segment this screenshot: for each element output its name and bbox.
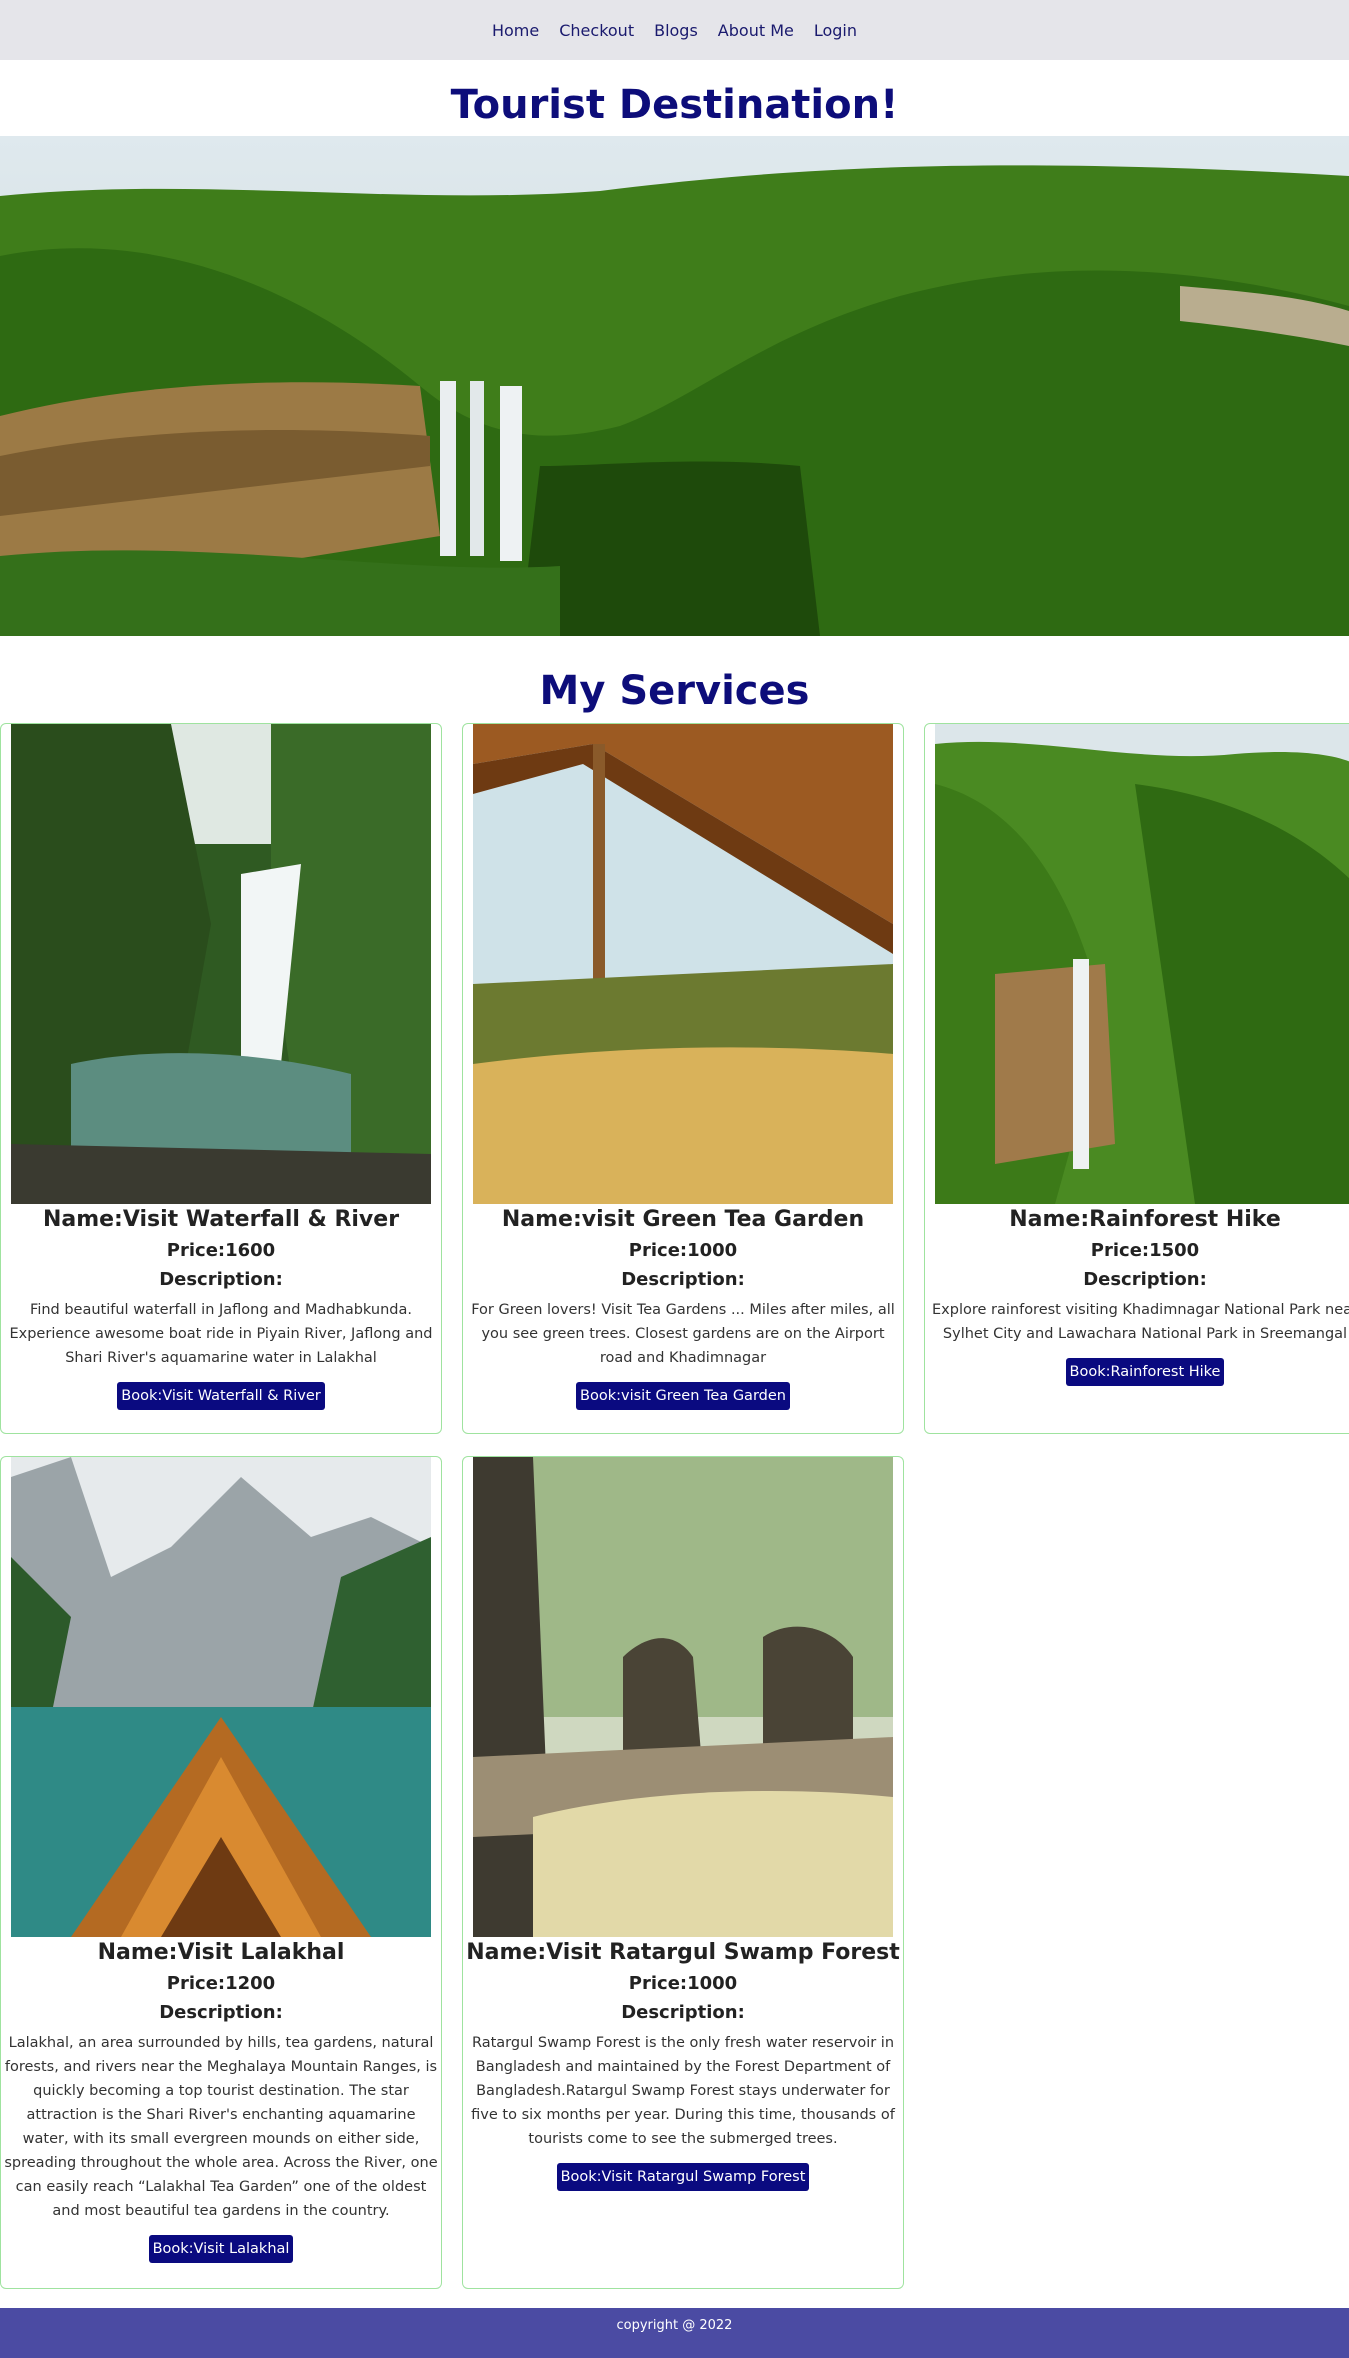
hero-waterfall-illustration: [0, 136, 1349, 636]
card-price: Price:1000: [628, 1973, 738, 1994]
card-price: Price:1600: [166, 1240, 276, 1261]
card-description-label: Description:: [621, 1269, 745, 1290]
card-price: Price:1500: [1090, 1240, 1200, 1261]
service-card: Name:visit Green Tea Garden Price:1000 D…: [462, 723, 904, 1434]
card-photo-swamp-forest: [473, 1457, 893, 1937]
nav-blogs-link[interactable]: Blogs: [654, 21, 698, 40]
card-description-label: Description:: [1083, 1269, 1207, 1290]
book-tea-garden-button[interactable]: Book:visit Green Tea Garden: [576, 1382, 790, 1410]
nav-checkout-link[interactable]: Checkout: [559, 21, 634, 40]
copyright-text: copyright @ 2022: [616, 2318, 733, 2333]
card-description-label: Description:: [159, 1269, 283, 1290]
card-title: Name:Rainforest Hike: [1009, 1207, 1281, 1232]
hero-image: [0, 136, 1349, 636]
card-price: Price:1200: [166, 1973, 276, 1994]
site-title: Tourist Destination!: [450, 82, 899, 128]
nav-home-link[interactable]: Home: [492, 21, 539, 40]
service-card: Name:Rainforest Hike Price:1500 Descript…: [924, 723, 1349, 1434]
book-lalakhal-button[interactable]: Book:Visit Lalakhal: [148, 2235, 294, 2263]
card-description: Lalakhal, an area surrounded by hills, t…: [4, 2035, 438, 2219]
footer: copyright @ 2022: [0, 2308, 1349, 2358]
card-photo-rainforest: [935, 724, 1349, 1204]
swamp-forest-illustration: [473, 1457, 893, 1937]
card-title: Name:Visit Waterfall & River: [42, 1207, 400, 1232]
card-description: Ratargul Swamp Forest is the only fresh …: [471, 2035, 895, 2147]
rainforest-illustration: [935, 724, 1349, 1204]
card-description: Find beautiful waterfall in Jaflong and …: [9, 1302, 433, 1366]
card-description: Explore rainforest visiting Khadimnagar …: [932, 1302, 1349, 1342]
card-description: For Green lovers! Visit Tea Gardens ... …: [471, 1302, 895, 1366]
card-price: Price:1000: [628, 1240, 738, 1261]
book-swamp-forest-button[interactable]: Book:Visit Ratargul Swamp Forest: [556, 2163, 810, 2191]
tea-garden-illustration: [473, 724, 893, 1204]
card-photo-lalakhal: [11, 1457, 431, 1937]
top-nav: Home Checkout Blogs About Me Login: [0, 0, 1349, 60]
service-card: Name:Visit Waterfall & River Price:1600 …: [0, 723, 442, 1434]
lalakhal-illustration: [11, 1457, 431, 1937]
card-title: Name:Visit Ratargul Swamp Forest: [466, 1940, 900, 1965]
nav-about-link[interactable]: About Me: [718, 21, 794, 40]
book-rainforest-button[interactable]: Book:Rainforest Hike: [1065, 1358, 1225, 1386]
nav-login-link[interactable]: Login: [814, 21, 857, 40]
service-card: Name:Visit Lalakhal Price:1200 Descripti…: [0, 1456, 442, 2289]
card-title: Name:Visit Lalakhal: [97, 1940, 345, 1965]
card-description-label: Description:: [621, 2002, 745, 2023]
services-title: My Services: [539, 668, 810, 714]
service-card: Name:Visit Ratargul Swamp Forest Price:1…: [462, 1456, 904, 2289]
book-waterfall-button[interactable]: Book:Visit Waterfall & River: [117, 1382, 325, 1410]
waterfall-illustration: [11, 724, 431, 1204]
card-photo-waterfall: [11, 724, 431, 1204]
card-title: Name:visit Green Tea Garden: [501, 1207, 865, 1232]
card-photo-tea-garden: [473, 724, 893, 1204]
card-description-label: Description:: [159, 2002, 283, 2023]
